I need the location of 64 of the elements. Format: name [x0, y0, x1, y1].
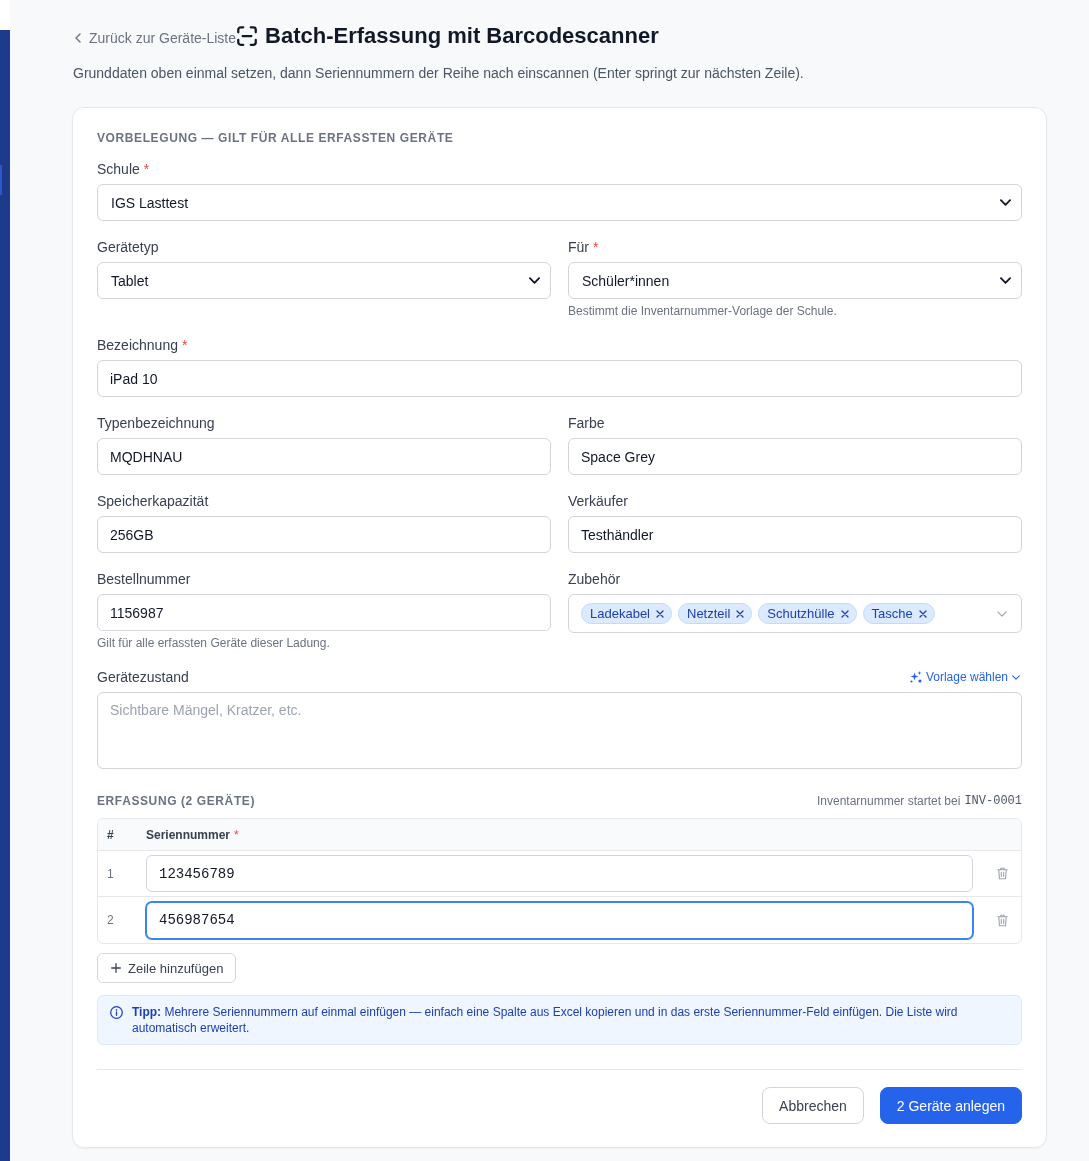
field-label: Verkäufer	[568, 492, 628, 511]
template-link[interactable]: Vorlage wählen	[909, 669, 1020, 685]
field-label: Farbe	[568, 414, 605, 433]
submit-button[interactable]: 2 Geräte anlegen	[879, 1087, 1022, 1124]
multi-select-field[interactable]: Ladekabel Netzteil Schutzhülle Tasche	[568, 594, 1022, 633]
text-field[interactable]: 1156987	[97, 594, 551, 631]
text-field[interactable]: Space Grey	[568, 438, 1022, 475]
section-heading: VORBELEGUNG — GILT FÜR ALLE ERFASSTEN GERÄTE	[97, 130, 455, 146]
field-label: Gerätezustand	[97, 668, 189, 687]
required-mark: *	[234, 826, 239, 843]
field-label: Gerätetyp	[97, 238, 159, 257]
required-mark: *	[181, 336, 188, 355]
info-icon	[110, 1006, 123, 1019]
select-field[interactable]: Schüler*innen	[568, 262, 1022, 299]
field-hint: Gilt für alle erfassten Geräte dieser Ladung.	[97, 635, 331, 651]
text-field[interactable]: 256GB	[97, 516, 551, 553]
chevron-left-icon	[75, 32, 81, 43]
tag-chip[interactable]: Schutzhülle	[758, 603, 857, 624]
tag-chip[interactable]: Tasche	[862, 603, 935, 624]
close-icon[interactable]	[736, 609, 745, 618]
tag-chip[interactable]: Ladekabel	[581, 603, 672, 624]
tag-chip[interactable]: Netzteil	[678, 603, 753, 624]
back-link[interactable]: Zurück zur Geräte-Liste	[75, 27, 237, 48]
field-label: Bestellnummer	[97, 570, 191, 589]
select-field[interactable]: Tablet	[97, 262, 551, 299]
chevron-down-icon	[1000, 277, 1011, 284]
section-heading: ERFASSUNG (2 GERÄTE)	[97, 793, 255, 809]
chevron-down-icon	[997, 610, 1007, 617]
text-field[interactable]: MQDHNAU	[97, 438, 551, 475]
add-row-button[interactable]: Zeile hinzufügen	[97, 953, 237, 983]
required-mark: *	[593, 238, 599, 257]
column-header: Seriennummer	[146, 826, 231, 843]
row-number: 2	[106, 912, 115, 928]
select-field[interactable]: IGS Lasttest	[97, 184, 1022, 221]
inventory-note: Inventarnummer startet bei	[817, 793, 961, 809]
field-hint: Bestimmt die Inventarnummer-Vorlage der Schule.	[568, 303, 838, 319]
close-icon[interactable]	[918, 609, 927, 618]
close-icon[interactable]	[656, 609, 664, 618]
tip-text: Tipp: Mehrere Seriennummern auf einmal einfügen — einfach eine Spalte aus Excel kopieren und in das erste Seriennummer-Feld einfügen. Die Liste wird automatisch erweitert.	[132, 1004, 959, 1036]
cancel-button[interactable]: Abbrechen	[762, 1087, 864, 1124]
serial-number-field[interactable]: 123456789	[146, 855, 973, 892]
required-mark: *	[143, 160, 150, 179]
chevron-down-icon	[529, 277, 540, 284]
field-label: Schule	[97, 160, 140, 179]
field-label: Speicherkapazität	[97, 492, 209, 511]
field-label: Bezeichnung	[97, 336, 178, 355]
scan-icon	[237, 26, 258, 46]
page-subtitle: Grunddaten oben einmal setzen, dann Seriennummern der Reihe nach einscannen (Enter springt zur nächsten Zeile).	[73, 64, 805, 83]
inventory-number: INV-0001	[964, 793, 1022, 809]
chevron-down-icon	[1012, 674, 1020, 680]
sparkle-icon	[909, 671, 922, 683]
text-field[interactable]: Testhändler	[568, 516, 1022, 553]
textarea-field[interactable]: Sichtbare Mängel, Kratzer, etc.	[97, 692, 1022, 769]
serial-number-field[interactable]: 456987654	[146, 901, 973, 939]
field-label: Für	[568, 238, 589, 257]
close-icon[interactable]	[840, 609, 849, 618]
plus-icon	[111, 963, 121, 973]
row-number: 1	[106, 865, 115, 882]
chevron-down-icon	[1000, 199, 1011, 206]
column-header: #	[107, 826, 114, 843]
page-title: Batch-Erfassung mit Barcodescanner	[265, 22, 659, 50]
field-label: Typenbezeichnung	[97, 414, 215, 433]
field-label: Zubehör	[568, 570, 621, 589]
text-field[interactable]: iPad 10	[97, 360, 1022, 397]
